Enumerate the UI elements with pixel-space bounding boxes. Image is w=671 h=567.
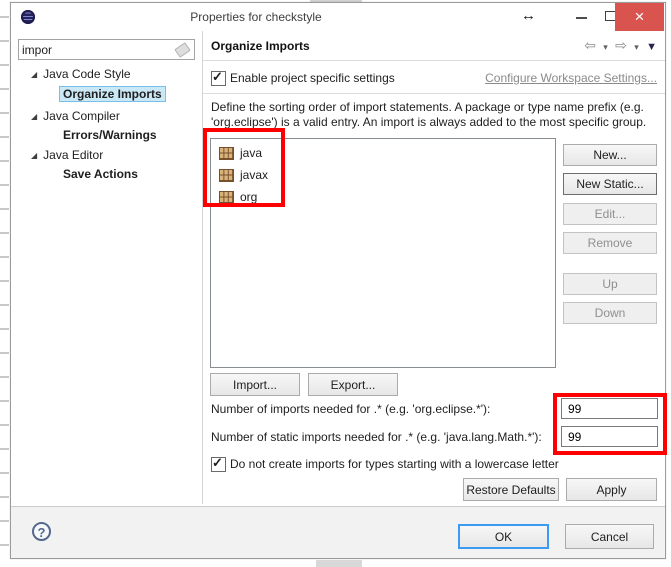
forward-icon[interactable]: ⇨ [615,37,627,53]
close-icon: × [635,7,645,27]
remove-button: Remove [563,232,657,254]
close-button[interactable]: × [615,3,664,31]
down-button: Down [563,302,657,324]
checkmark-icon: ✓ [212,69,223,85]
annotation-box-number-fields [553,393,667,455]
resize-arrows-icon[interactable]: ↔ [521,7,536,24]
back-dropdown-icon[interactable]: ▾ [603,42,608,52]
enable-project-settings-checkbox[interactable]: ✓ [211,71,226,86]
up-button: Up [563,273,657,295]
tree-expanded-icon[interactable]: ◢ [31,151,37,160]
background-window-fragment-left [0,0,9,567]
restore-defaults-button[interactable]: Restore Defaults [463,478,559,501]
help-button[interactable]: ? [32,522,51,541]
selected-tree-item: Organize Imports [59,86,166,102]
filter-box [18,39,195,60]
sidebar-item-organize-imports[interactable]: Organize Imports [59,87,166,101]
minimize-button[interactable] [567,3,595,30]
window-title: Properties for checkstyle [41,10,471,24]
annotation-box-import-order [203,128,285,207]
history-nav: ⇦ ▾ ⇨ ▾ ▼ [580,37,657,54]
help-icon: ? [38,525,46,540]
clear-filter-icon[interactable] [174,42,190,58]
lowercase-checkbox[interactable]: ✓ [211,457,226,472]
titlebar: Properties for checkstyle ↔ × [11,3,665,31]
divider [203,93,665,94]
description-line-1: Define the sorting order of import state… [211,100,644,114]
tree-expanded-icon[interactable]: ◢ [31,112,37,121]
sidebar-item-save-actions[interactable]: Save Actions [63,167,138,181]
sidebar-item-java-editor[interactable]: ◢Java Editor [31,148,103,162]
minimize-icon [576,17,587,19]
new-static-button[interactable]: New Static... [563,173,657,195]
tree-expanded-icon[interactable]: ◢ [31,70,37,79]
import-button[interactable]: Import... [210,373,300,396]
enable-project-settings-label: Enable project specific settings [230,71,395,85]
apply-button[interactable]: Apply [566,478,657,501]
dialog-footer: ? OK Cancel [11,506,665,558]
view-menu-icon[interactable]: ▼ [646,41,657,53]
description-line-2: 'org.eclipse') is a valid entry. An impo… [211,115,646,129]
edit-button: Edit... [563,203,657,225]
back-icon[interactable]: ⇦ [584,37,596,53]
divider [203,60,665,61]
static-imports-needed-label: Number of static imports needed for .* (… [211,427,542,447]
imports-needed-label: Number of imports needed for .* (e.g. 'o… [211,399,490,419]
ok-button[interactable]: OK [458,524,549,549]
sidebar: ◢Java Code Style Organize Imports ◢Java … [11,31,203,504]
properties-dialog: Properties for checkstyle ↔ × ◢Java Code… [10,2,666,559]
page-title: Organize Imports [211,39,310,53]
export-button[interactable]: Export... [308,373,398,396]
lowercase-label: Do not create imports for types starting… [230,457,559,471]
cancel-button[interactable]: Cancel [565,524,654,549]
new-button[interactable]: New... [563,144,657,166]
configure-workspace-settings-link[interactable]: Configure Workspace Settings... [485,71,657,85]
checkmark-icon: ✓ [212,455,223,471]
filter-input[interactable] [22,41,172,58]
eclipse-logo-icon[interactable] [21,10,35,24]
sidebar-item-java-compiler[interactable]: ◢Java Compiler [31,109,120,123]
sidebar-item-errors-warnings[interactable]: Errors/Warnings [63,128,157,142]
forward-dropdown-icon[interactable]: ▾ [634,42,639,52]
background-window-fragment-bottom [316,560,362,567]
sidebar-item-java-code-style[interactable]: ◢Java Code Style [31,67,131,81]
